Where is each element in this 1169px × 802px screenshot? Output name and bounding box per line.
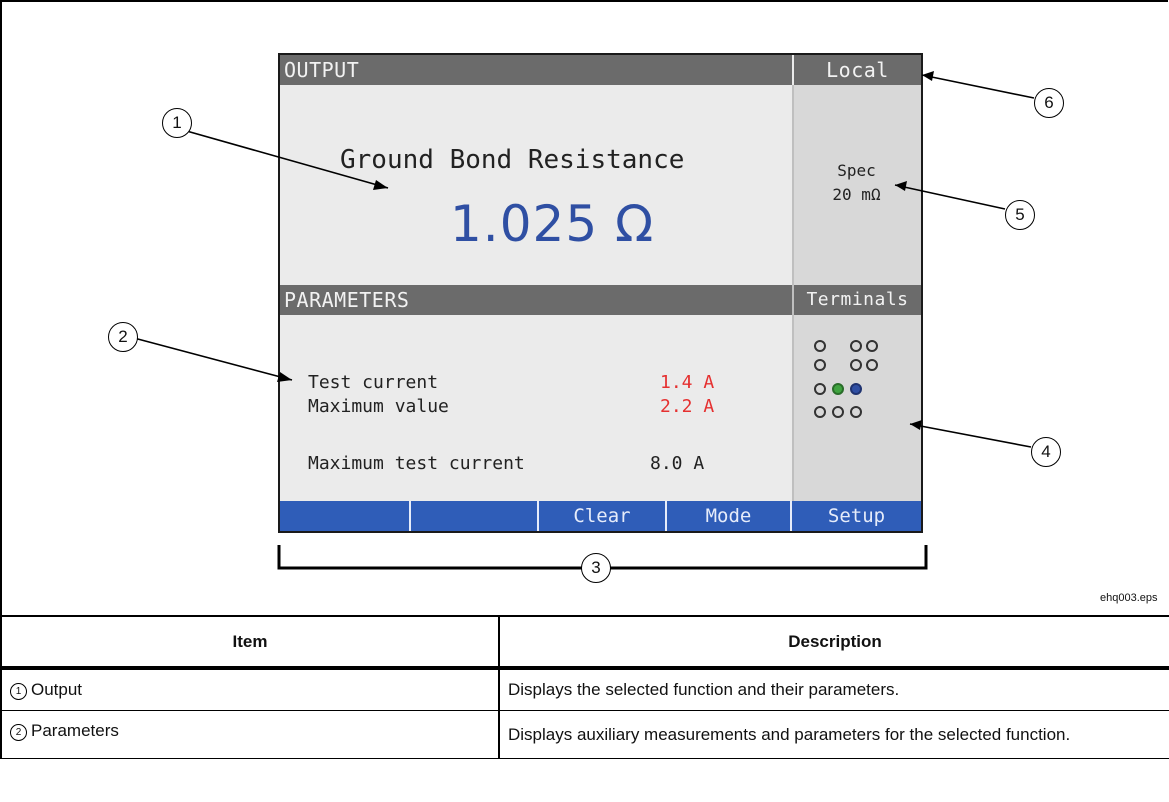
item-name: Parameters bbox=[31, 721, 119, 740]
leader-line-5 bbox=[894, 184, 1006, 210]
table-header-description: Description bbox=[498, 615, 1169, 670]
callout-3: 3 bbox=[581, 553, 611, 583]
callout-4: 4 bbox=[1031, 437, 1061, 467]
callout-leaders bbox=[133, 71, 1035, 570]
item-number-badge: 1 bbox=[10, 683, 27, 700]
arrowhead-1 bbox=[373, 180, 388, 190]
table-row: 1 Output Displays the selected function a… bbox=[0, 668, 1169, 711]
table-cell-item: 1 Output bbox=[0, 668, 499, 711]
legend-table: Item Description 1 Output Displays the se… bbox=[0, 615, 1169, 759]
item-number-badge: 2 bbox=[10, 724, 27, 741]
figure-file-label: ehq003.eps bbox=[1100, 592, 1158, 604]
table-cell-item: 2 Parameters bbox=[0, 710, 499, 759]
item-name: Output bbox=[31, 680, 83, 699]
arrowhead-5 bbox=[895, 181, 907, 191]
callout-2: 2 bbox=[108, 322, 138, 352]
arrowhead-2 bbox=[277, 372, 292, 382]
callout-6: 6 bbox=[1034, 88, 1064, 118]
callout-1: 1 bbox=[162, 108, 192, 138]
table-row: 2 Parameters Displays auxiliary measureme… bbox=[0, 710, 1169, 759]
leader-line-1 bbox=[175, 127, 389, 189]
table-cell-description: Displays the selected function and their… bbox=[498, 668, 1169, 711]
table-header-item: Item bbox=[0, 615, 499, 670]
arrowhead-4 bbox=[910, 420, 922, 430]
arrowhead-6 bbox=[922, 71, 934, 81]
leader-line-2 bbox=[133, 337, 293, 381]
table-header-row: Item Description bbox=[0, 615, 1169, 670]
callout-5: 5 bbox=[1005, 200, 1035, 230]
table-cell-description: Displays auxiliary measurements and para… bbox=[498, 710, 1169, 759]
leader-line-4 bbox=[909, 423, 1032, 448]
leader-line-6 bbox=[921, 74, 1035, 99]
